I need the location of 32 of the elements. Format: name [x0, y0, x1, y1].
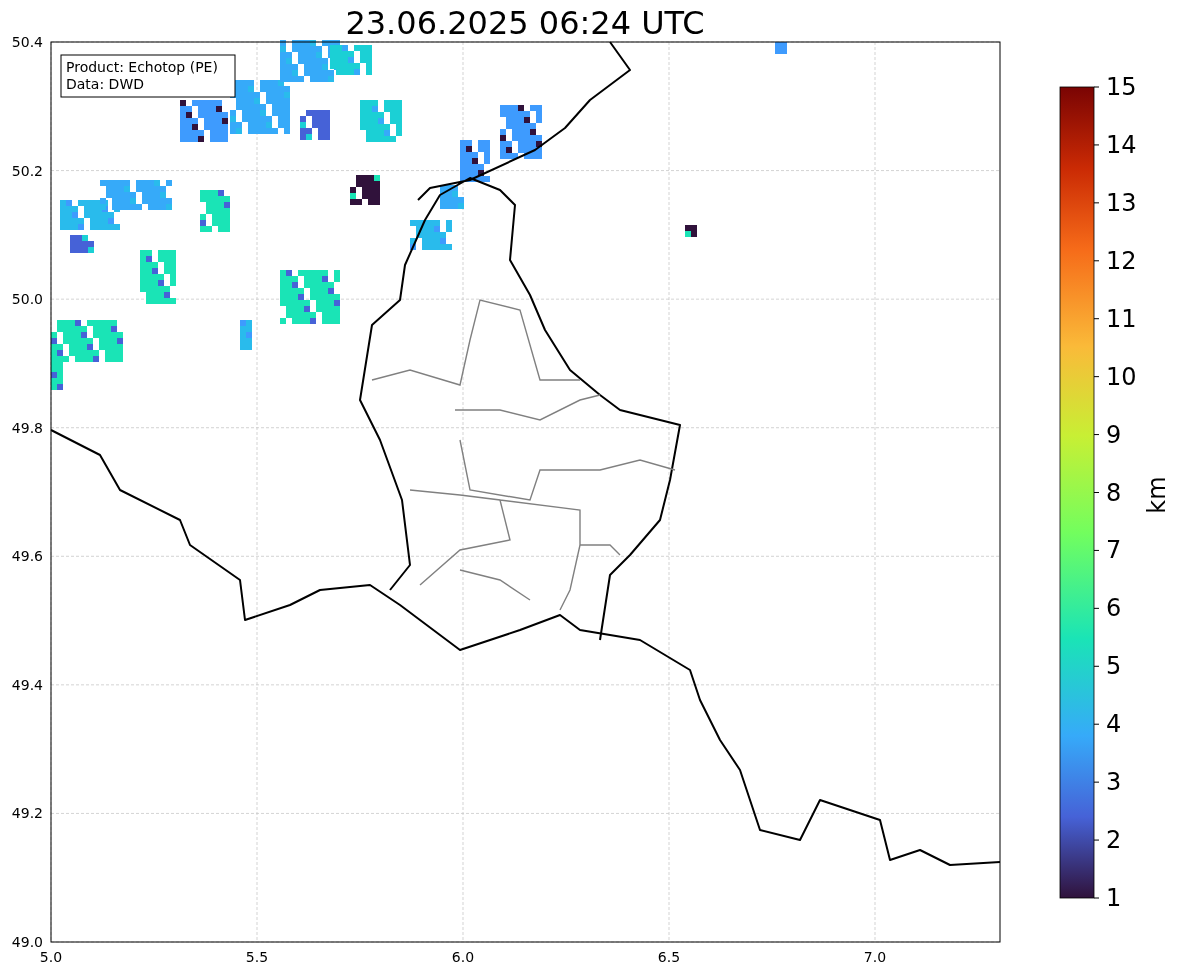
colorbar-label: km	[1143, 476, 1171, 514]
y-axis-label: 50.0	[11, 291, 43, 308]
x-axis-label: 5.0	[39, 949, 63, 965]
colorbar-tick-label: 5	[1106, 652, 1122, 681]
x-axis-label: 6.5	[657, 949, 681, 965]
colorbar-tick-label: 1	[1106, 884, 1122, 912]
colorbar-tick-label: 15	[1106, 73, 1137, 101]
y-axis-label: 49.2	[11, 805, 43, 822]
info-text: Data: DWD	[66, 76, 144, 92]
colorbar-tick-label: 8	[1106, 478, 1122, 507]
y-axis-label: 49.4	[11, 676, 43, 693]
colorbar-tick-label: 10	[1106, 362, 1137, 391]
info-text: Product: Echotop (PE)	[66, 59, 218, 75]
x-axis-label: 7.0	[863, 949, 887, 965]
y-axis-label: 50.2	[11, 162, 43, 179]
x-axis-label: 5.5	[245, 949, 269, 965]
colorbar-tick-label: 11	[1106, 304, 1137, 333]
y-axis-label: 49.6	[11, 548, 43, 565]
colorbar-tick-label: 6	[1106, 594, 1122, 623]
colorbar-tick-label: 13	[1106, 188, 1137, 217]
colorbar-tick-label: 4	[1106, 710, 1122, 739]
colorbar-tick-label: 9	[1106, 420, 1122, 449]
colorbar-tick-label: 3	[1106, 768, 1122, 797]
chart-title: 23.06.2025 06:24 UTC	[345, 4, 705, 42]
colorbar-tick-label: 12	[1106, 246, 1137, 275]
y-axis-label: 49.0	[11, 934, 43, 950]
colorbar-tick-label: 2	[1106, 826, 1122, 855]
y-axis-label: 49.8	[11, 419, 43, 436]
x-axis-label: 6.0	[451, 949, 475, 965]
y-axis-label: 50.4	[11, 34, 43, 50]
colorbar-tick-label: 7	[1106, 536, 1122, 565]
colorbar-tick-label: 14	[1106, 130, 1137, 159]
